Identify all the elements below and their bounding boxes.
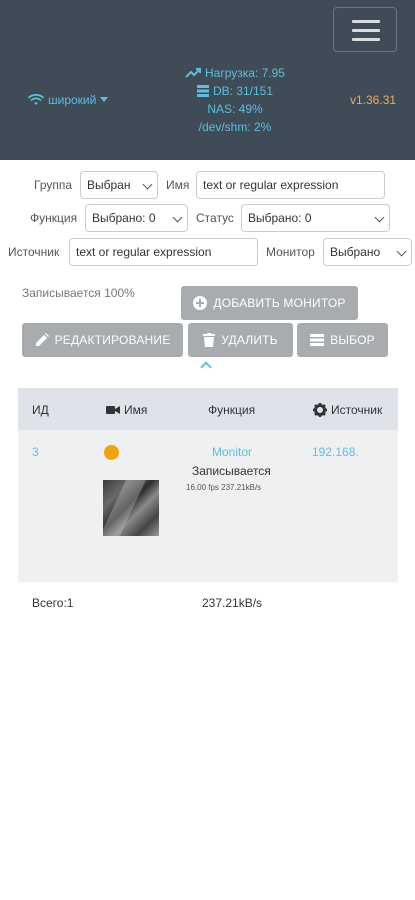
server-stats: Нагрузка: 7.95 DB: 31/151 NAS: 49% /dev/… [180,64,290,136]
hamburger-line [352,38,380,41]
source-filter-placeholder: text or regular expression [76,245,212,259]
delete-button[interactable]: УДАЛИТЬ [188,323,293,357]
group-select-value: Выбран [87,178,131,192]
status-select[interactable]: Выбрано: 0 [241,204,390,232]
nas-stat: NAS: 49% [180,100,290,118]
column-header-function[interactable]: Функция [208,403,255,417]
monitors-table: ИД Имя Функция Источник 3 Monitor Записы… [18,388,398,582]
chevron-down-icon [172,212,183,223]
menu-toggle-button[interactable] [333,7,397,52]
table-header: ИД Имя Функция Источник [18,388,398,430]
monitor-source-link[interactable]: 192.168. [312,445,359,459]
group-label: Группа [34,178,73,192]
load-text: Нагрузка: 7.95 [205,66,285,80]
database-icon [196,85,209,97]
source-filter-input[interactable]: text or regular expression [69,238,258,266]
db-stat: DB: 31/151 [180,82,290,100]
add-monitor-button[interactable]: ДОБАВИТЬ МОНИТОР [181,286,358,320]
edit-button[interactable]: РЕДАКТИРОВАНИЕ [22,323,183,357]
monitor-fps-text: 16.00 fps 237.21kB/s [186,483,262,492]
chevron-down-icon [396,246,407,257]
monitor-id-link[interactable]: 3 [32,445,39,459]
name-label: Имя [166,178,190,192]
top-navbar: широкий Нагрузка: 7.95 DB: 31/151 NAS: 4… [0,0,415,160]
delete-label: УДАЛИТЬ [221,333,278,347]
list-icon [310,334,325,346]
hamburger-line [352,20,380,23]
select-button[interactable]: ВЫБОР [297,323,388,357]
monitor-select[interactable]: Выбрано [323,238,412,266]
gear-icon [313,403,327,417]
recording-status: Записывается 100% [22,286,135,300]
function-select-value: Выбрано: 0 [92,211,156,225]
total-bandwidth: 237.21kB/s [202,596,263,610]
load-stat: Нагрузка: 7.95 [180,64,290,82]
column-header-id[interactable]: ИД [32,403,49,417]
video-camera-icon [106,406,120,414]
select-label: ВЫБОР [330,333,375,347]
monitor-label: Монитор [266,245,315,259]
monitor-select-value: Выбрано [330,245,381,259]
column-header-id-label: ИД [32,403,49,417]
chevron-down-icon [142,179,153,190]
total-count: Всего:1 [32,596,74,610]
name-filter-input[interactable]: text or regular expression [196,171,385,199]
db-text: DB: 31/151 [212,84,274,98]
group-select[interactable]: Выбран [80,171,158,199]
bandwidth-dropdown[interactable]: широкий [28,93,109,107]
function-label: Функция [30,211,78,225]
status-indicator [104,445,119,460]
pencil-icon [35,333,49,346]
shm-stat: /dev/shm: 2% [180,118,290,136]
wifi-icon [28,94,44,105]
edit-label: РЕДАКТИРОВАНИЕ [54,333,171,347]
monitor-function-link[interactable]: Monitor [212,445,252,459]
column-header-source[interactable]: Источник [313,403,382,417]
chevron-down-icon [374,212,385,223]
add-monitor-label: ДОБАВИТЬ МОНИТОР [213,296,346,310]
shm-text: /dev/shm: 2% [198,120,272,134]
name-filter-placeholder: text or regular expression [203,178,339,192]
hamburger-line [352,29,380,32]
nas-text: NAS: 49% [207,102,263,116]
version-label: v1.36.31 [350,93,397,107]
column-header-source-label: Источник [331,403,383,417]
bandwidth-label: широкий [48,93,97,107]
source-label: Источник [8,245,60,259]
function-select[interactable]: Выбрано: 0 [85,204,188,232]
chart-line-icon [185,68,202,78]
chevron-up-icon[interactable] [200,361,212,373]
column-header-name[interactable]: Имя [106,403,147,417]
column-header-name-label: Имя [124,403,148,417]
column-header-function-label: Функция [208,403,256,417]
status-label: Статус [196,211,234,225]
monitor-thumbnail[interactable] [103,480,159,536]
caret-down-icon [100,97,109,102]
trash-icon [203,333,216,347]
plus-circle-icon [193,296,208,310]
monitor-status-text: Записывается [192,464,271,478]
status-select-value: Выбрано: 0 [248,211,312,225]
